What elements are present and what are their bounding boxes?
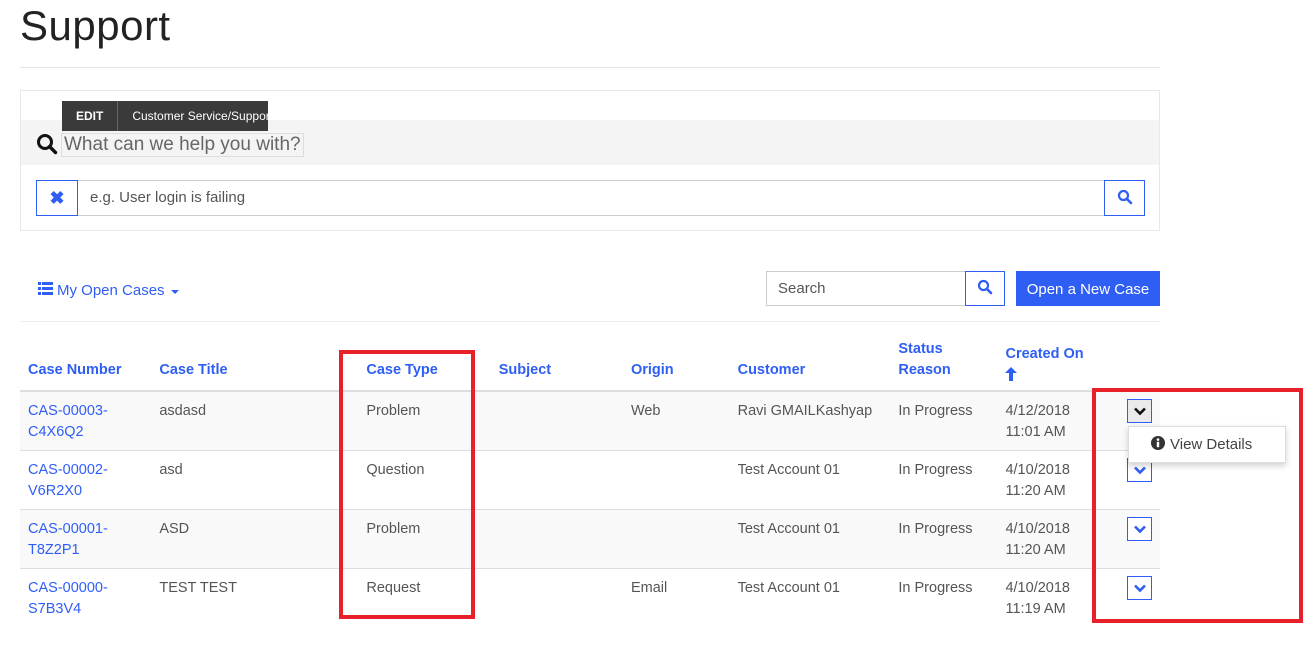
info-icon xyxy=(1151,435,1165,454)
edit-path-label: Customer Service/Support xyxy=(132,109,269,123)
table-header-row: Case Number Case Title Case Type Subject… xyxy=(20,333,1160,392)
cell-case-title: asdasd xyxy=(151,390,359,450)
cell-origin xyxy=(622,508,730,568)
column-header-customer[interactable]: Customer xyxy=(729,333,891,392)
row-actions-button[interactable] xyxy=(1127,516,1152,541)
cell-case-type: Request xyxy=(358,567,491,627)
cell-subject xyxy=(490,567,623,627)
cell-actions xyxy=(1097,508,1160,568)
column-header-created-on[interactable]: Created On xyxy=(997,333,1097,392)
cell-customer: Test Account 01 xyxy=(729,567,891,627)
view-details-menu-item[interactable]: View Details xyxy=(1170,436,1252,453)
cell-case-type: Question xyxy=(358,449,491,509)
cell-subject xyxy=(490,508,623,568)
search-icon xyxy=(977,279,993,298)
sort-ascending-icon xyxy=(1005,367,1018,381)
edit-toolbar: EDIT Customer Service/Support xyxy=(62,101,269,131)
cell-created-on: 4/12/2018 11:01 AM xyxy=(997,390,1097,450)
cell-origin: Web xyxy=(622,390,730,450)
row-action-menu[interactable]: View Details xyxy=(1128,426,1286,463)
cell-case-number[interactable]: CAS-00002- V6R2X0 xyxy=(20,449,152,509)
clear-search-button[interactable]: ✖ xyxy=(36,180,78,216)
chevron-down-icon xyxy=(1134,466,1146,474)
title-divider xyxy=(20,67,1160,68)
toolbar-divider xyxy=(20,321,1160,322)
view-selector-label: My Open Cases xyxy=(57,282,165,299)
grid-search-button[interactable] xyxy=(965,271,1005,306)
cell-case-number[interactable]: CAS-00000- S7B3V4 xyxy=(20,567,152,627)
row-actions-button[interactable] xyxy=(1127,575,1152,600)
search-icon xyxy=(36,133,58,155)
cell-created-on: 4/10/2018 11:19 AM xyxy=(997,567,1097,627)
cell-subject xyxy=(490,449,623,509)
cases-table: Case Number Case Title Case Type Subject… xyxy=(20,333,1160,627)
cell-case-type: Problem xyxy=(358,390,491,450)
knowledge-search-input[interactable]: e.g. User login is failing xyxy=(78,180,1105,216)
column-header-label: Created On xyxy=(1005,346,1084,362)
cell-customer: Test Account 01 xyxy=(729,449,891,509)
cell-case-number[interactable]: CAS-00003- C4X6Q2 xyxy=(20,390,152,450)
search-heading: What can we help you with? xyxy=(61,133,304,157)
chevron-down-icon xyxy=(1134,407,1146,416)
table-row: CAS-00001- T8Z2P1 ASD Problem Test Account 0… xyxy=(20,508,1160,568)
row-actions-button[interactable] xyxy=(1127,399,1152,423)
cell-created-on: 4/10/2018 11:20 AM xyxy=(997,508,1097,568)
cell-case-title: ASD xyxy=(151,508,359,568)
column-header-subject[interactable]: Subject xyxy=(490,333,623,392)
grid-search-input[interactable]: Search xyxy=(766,271,966,306)
column-header-status-reason[interactable]: Status Reason xyxy=(890,333,998,392)
close-icon: ✖ xyxy=(49,187,65,208)
column-header-case-type[interactable]: Case Type xyxy=(358,333,491,392)
search-icon xyxy=(1117,189,1133,208)
table-row: CAS-00000- S7B3V4 TEST TEST Request Email Tes… xyxy=(20,567,1160,627)
view-selector-dropdown[interactable]: My Open Cases xyxy=(38,282,179,299)
cell-customer: Test Account 01 xyxy=(729,508,891,568)
cell-case-number[interactable]: CAS-00001- T8Z2P1 xyxy=(20,508,152,568)
column-header-case-number[interactable]: Case Number xyxy=(20,333,152,392)
cell-case-title: TEST TEST xyxy=(151,567,359,627)
chevron-down-icon xyxy=(1134,584,1146,592)
cell-actions xyxy=(1097,567,1160,627)
cell-origin xyxy=(622,449,730,509)
column-header-origin[interactable]: Origin xyxy=(622,333,730,392)
edit-button[interactable]: EDIT xyxy=(62,101,119,131)
cell-status-reason: In Progress xyxy=(890,390,998,450)
knowledge-search-panel: EDIT Customer Service/Support What can w… xyxy=(20,90,1160,231)
cell-status-reason: In Progress xyxy=(890,508,998,568)
open-new-case-button[interactable]: Open a New Case xyxy=(1016,271,1160,306)
cell-case-type: Problem xyxy=(358,508,491,568)
cell-case-title: asd xyxy=(151,449,359,509)
list-icon xyxy=(38,282,53,299)
cell-status-reason: In Progress xyxy=(890,449,998,509)
page-title: Support xyxy=(20,2,171,49)
column-header-case-title[interactable]: Case Title xyxy=(151,333,359,392)
cell-subject xyxy=(490,390,623,450)
cell-origin: Email xyxy=(622,567,730,627)
chevron-down-icon xyxy=(1134,525,1146,533)
cell-customer: Ravi GMAILKashyap xyxy=(729,390,891,450)
knowledge-search-button[interactable] xyxy=(1104,180,1145,216)
table-row: CAS-00003- C4X6Q2 asdasd Problem Web Ravi GMA… xyxy=(20,390,1160,450)
table-row: CAS-00002- V6R2X0 asd Question Test Account … xyxy=(20,449,1160,509)
cell-created-on: 4/10/2018 11:20 AM xyxy=(997,449,1097,509)
cell-status-reason: In Progress xyxy=(890,567,998,627)
column-header-actions xyxy=(1097,333,1160,392)
caret-down-icon xyxy=(170,289,179,294)
